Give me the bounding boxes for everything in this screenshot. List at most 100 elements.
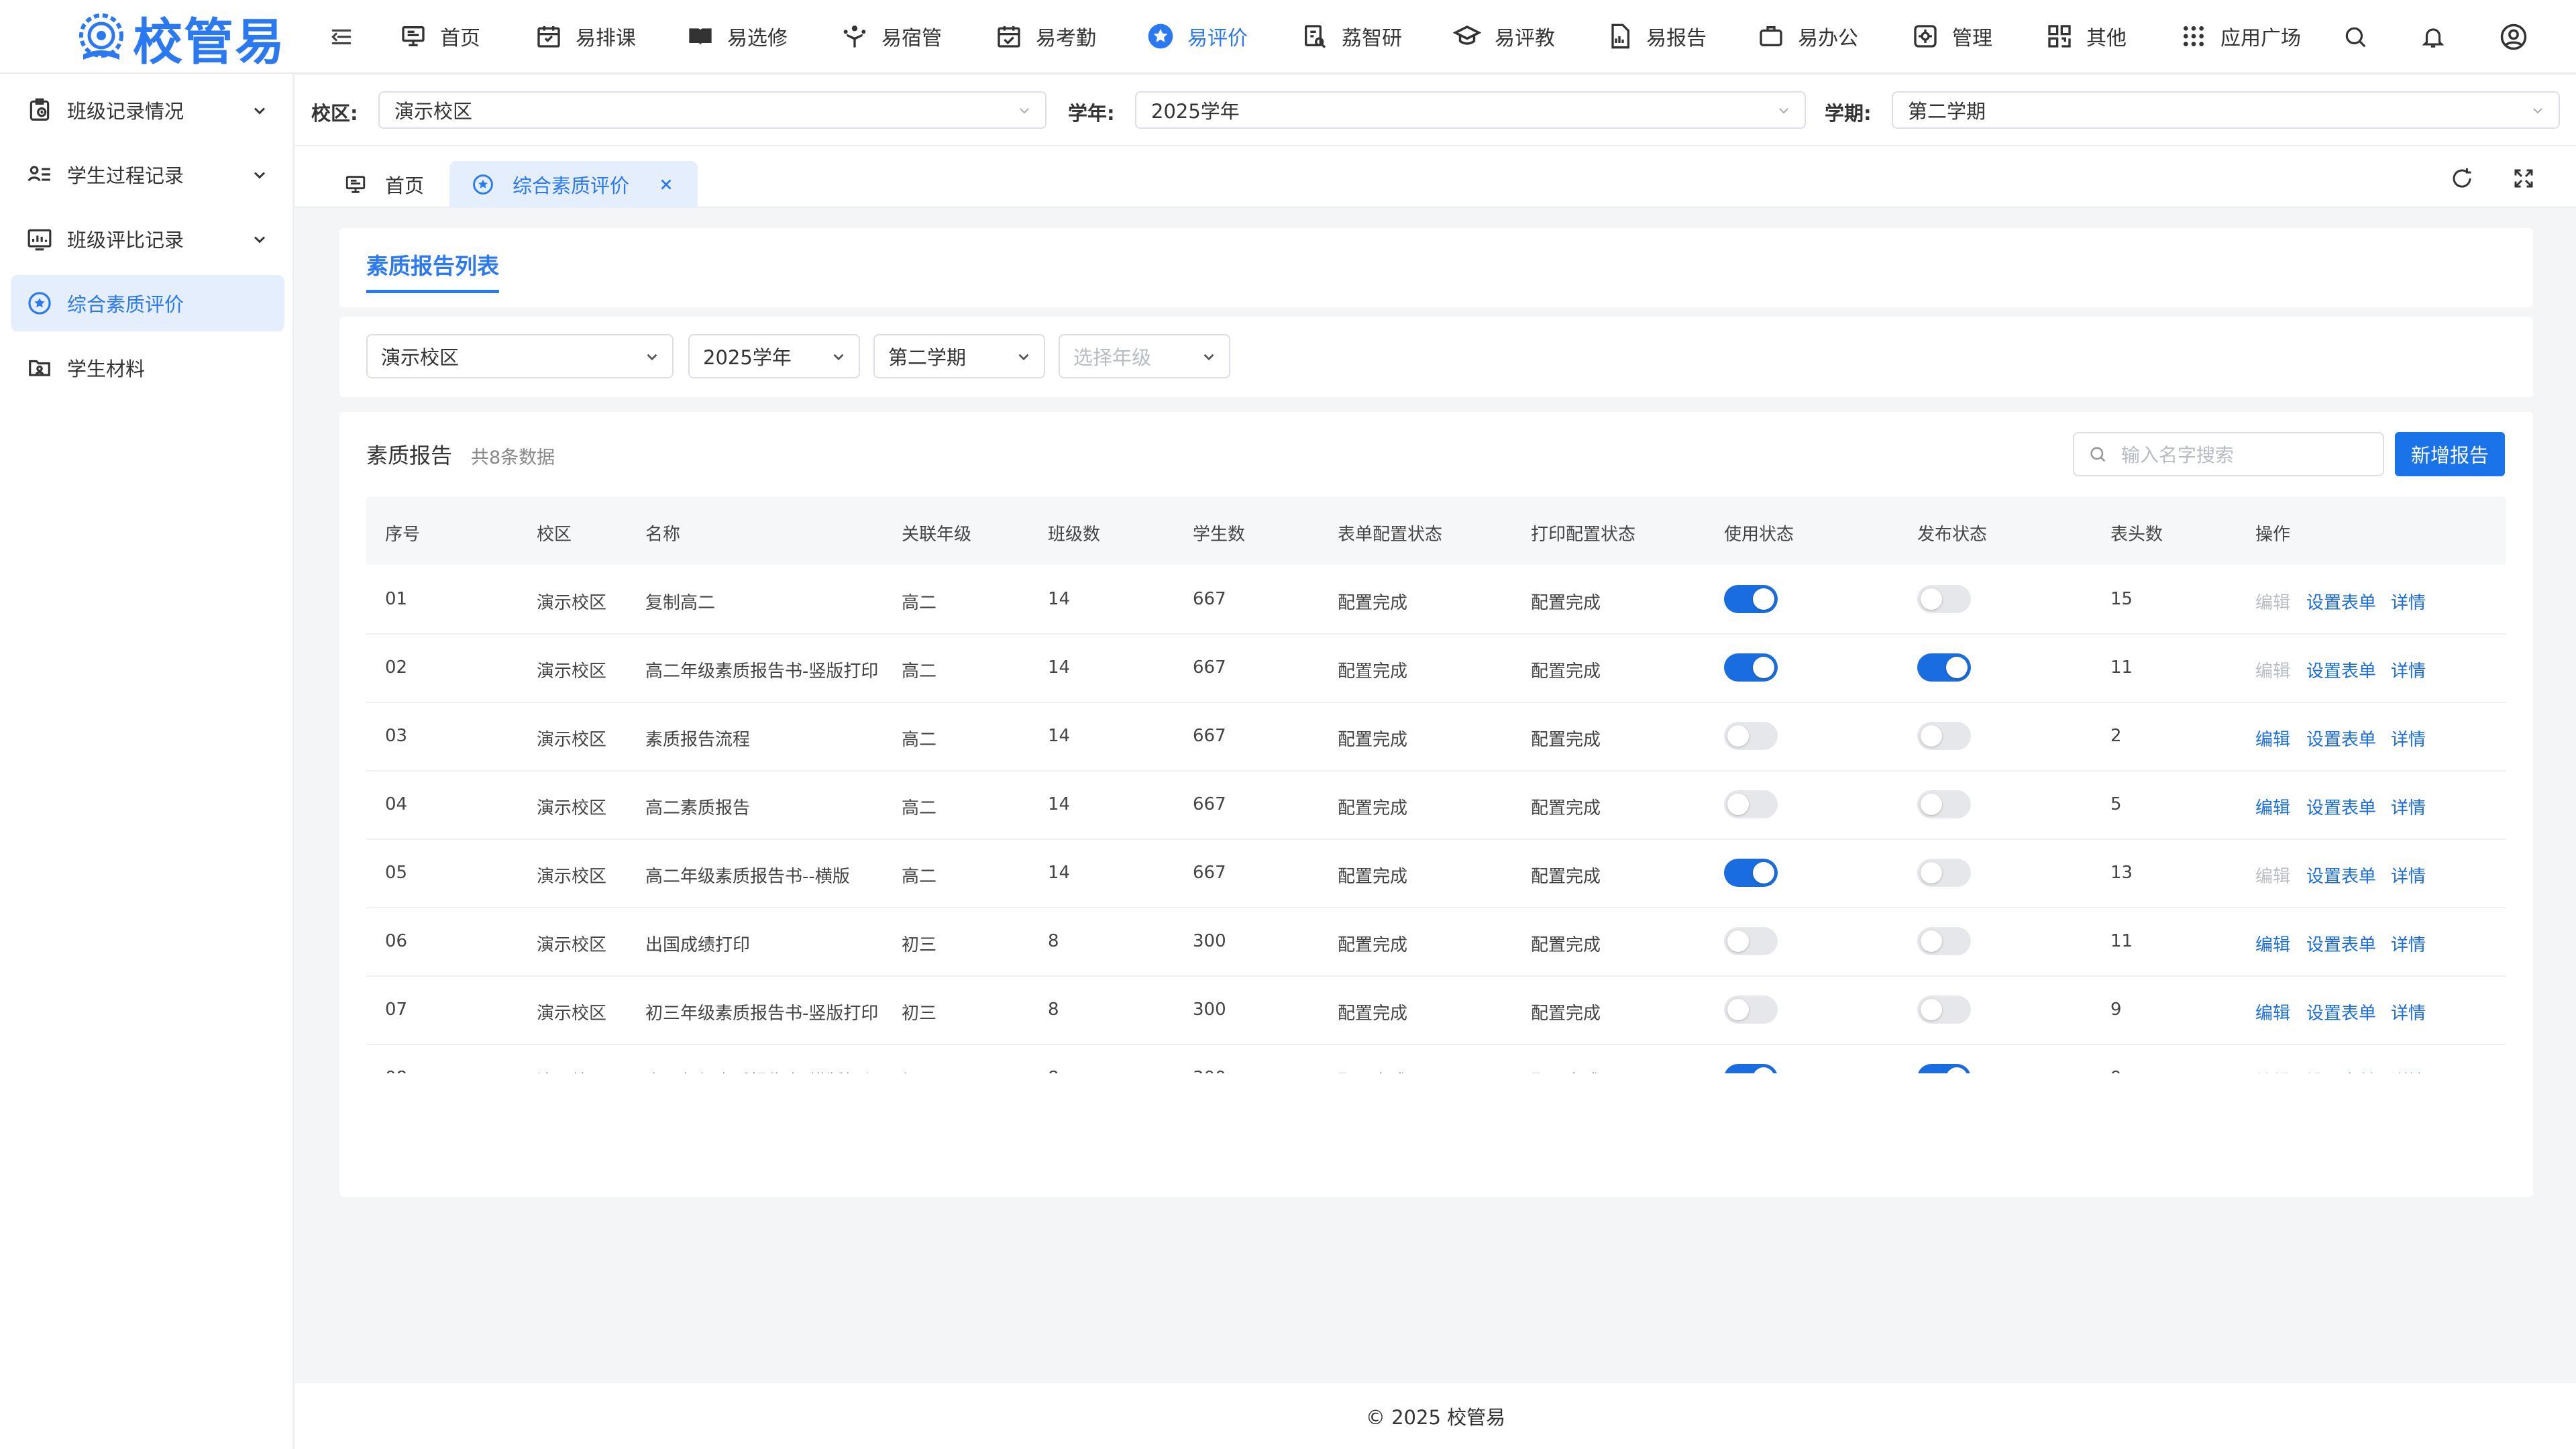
usage-status-toggle[interactable] bbox=[1724, 996, 1778, 1024]
edit-link[interactable]: 编辑 bbox=[2255, 1000, 2290, 1024]
nav-item-reports[interactable]: 易报告 bbox=[1606, 0, 1707, 72]
usage-status-toggle[interactable] bbox=[1724, 790, 1778, 818]
fullscreen-icon[interactable] bbox=[2510, 165, 2537, 192]
row-seq: 07 bbox=[385, 1000, 408, 1020]
user-list-icon bbox=[25, 160, 54, 189]
star-circle-icon bbox=[25, 289, 54, 317]
table-row: 02 演示校区 高二年级素质报告书-竖版打印 高二 14 667 配置完成 配置完成 11 编辑设… bbox=[366, 633, 2506, 703]
report-campus-select[interactable]: 演示校区 bbox=[366, 334, 674, 378]
campus-select[interactable]: 演示校区 bbox=[378, 91, 1046, 129]
publish-status-toggle[interactable] bbox=[1917, 790, 1971, 818]
usage-status-toggle[interactable] bbox=[1724, 859, 1778, 887]
column-header: 名称 bbox=[645, 525, 681, 545]
page-title[interactable]: 素质报告列表 bbox=[366, 248, 499, 293]
publish-status-toggle[interactable] bbox=[1917, 1064, 1971, 1073]
row-grade: 高二 bbox=[902, 593, 937, 613]
detail-link[interactable]: 详情 bbox=[2391, 1000, 2426, 1024]
detail-link[interactable]: 详情 bbox=[2391, 863, 2426, 888]
nav-item-teaching-evaluation[interactable]: 易评教 bbox=[1453, 0, 1555, 72]
year-select[interactable]: 2025学年 bbox=[1135, 91, 1806, 129]
nav-item-app-store[interactable]: 应用广场 bbox=[2180, 0, 2301, 72]
name-search-input[interactable]: 输入名字搜索 bbox=[2073, 432, 2384, 476]
setup-form-link[interactable]: 设置表单 bbox=[2306, 657, 2376, 682]
nav-item-management[interactable]: 管理 bbox=[1912, 0, 1992, 72]
nav-item-attendance[interactable]: 易考勤 bbox=[996, 0, 1096, 72]
detail-link[interactable]: 详情 bbox=[2391, 726, 2426, 751]
report-term-select[interactable]: 第二学期 bbox=[873, 334, 1045, 378]
setup-form-link[interactable]: 设置表单 bbox=[2306, 589, 2376, 614]
chevron-down-icon bbox=[2529, 102, 2546, 119]
table-record-count: 共8条数据 bbox=[471, 447, 555, 468]
setup-form-link[interactable]: 设置表单 bbox=[2306, 726, 2376, 751]
publish-status-toggle[interactable] bbox=[1917, 653, 1971, 682]
nav-item-research[interactable]: 荔智研 bbox=[1301, 0, 1402, 72]
nav-item-label: 首页 bbox=[440, 27, 480, 50]
nav-item-scheduling[interactable]: 易排课 bbox=[535, 0, 636, 72]
publish-status-toggle[interactable] bbox=[1917, 722, 1971, 750]
briefcase-icon bbox=[1758, 23, 1784, 50]
publish-status-toggle[interactable] bbox=[1917, 996, 1971, 1024]
sidebar-item-student-process[interactable]: 学生过程记录 bbox=[11, 146, 284, 203]
setup-form-link[interactable]: 设置表单 bbox=[2306, 1000, 2376, 1024]
report-filter-card: 演示校区 2025学年 第二学期 选择年级 bbox=[339, 317, 2533, 397]
bell-icon[interactable] bbox=[2419, 23, 2447, 51]
nav-item-label: 荔智研 bbox=[1342, 27, 1402, 50]
nav-item-electives[interactable]: 易选修 bbox=[687, 0, 788, 72]
usage-status-toggle[interactable] bbox=[1724, 653, 1778, 682]
detail-link[interactable]: 详情 bbox=[2391, 657, 2426, 682]
detail-link[interactable]: 详情 bbox=[2391, 794, 2426, 819]
publish-status-toggle[interactable] bbox=[1917, 585, 1971, 613]
setup-form-link[interactable]: 设置表单 bbox=[2306, 1068, 2376, 1073]
edit-link[interactable]: 编辑 bbox=[2255, 794, 2290, 819]
row-class-count: 14 bbox=[1048, 589, 1071, 609]
sidebar-item-class-records[interactable]: 班级记录情况 bbox=[11, 82, 284, 138]
nav-item-office[interactable]: 易办公 bbox=[1758, 0, 1858, 72]
column-header: 表单配置状态 bbox=[1338, 525, 1443, 545]
sidebar-item-student-materials[interactable]: 学生材料 bbox=[11, 339, 284, 396]
edit-link[interactable]: 编辑 bbox=[2255, 931, 2290, 956]
nav-item-other[interactable]: 其他 bbox=[2046, 0, 2127, 72]
sidebar-item-class-comparison[interactable]: 班级评比记录 bbox=[11, 211, 284, 267]
row-campus: 演示校区 bbox=[537, 661, 607, 682]
row-class-count: 8 bbox=[1048, 1000, 1059, 1020]
edit-link[interactable]: 编辑 bbox=[2255, 863, 2290, 888]
detail-link[interactable]: 详情 bbox=[2391, 589, 2426, 614]
tab-comprehensive-evaluation[interactable]: 综合素质评价 bbox=[449, 161, 698, 208]
usage-status-toggle[interactable] bbox=[1724, 585, 1778, 613]
detail-link[interactable]: 详情 bbox=[2391, 931, 2426, 956]
nav-item-evaluation[interactable]: 易评价 bbox=[1147, 0, 1248, 72]
nav-item-dorm[interactable]: 易宿管 bbox=[841, 0, 942, 72]
setup-form-link[interactable]: 设置表单 bbox=[2306, 863, 2376, 888]
edit-link[interactable]: 编辑 bbox=[2255, 589, 2290, 614]
table-row: 03 演示校区 素质报告流程 高二 14 667 配置完成 配置完成 2 编辑 设置表单 详情 bbox=[366, 702, 2506, 771]
edit-link[interactable]: 编辑 bbox=[2255, 1068, 2290, 1073]
nav-item-home[interactable]: 首页 bbox=[400, 0, 480, 72]
brand-logo[interactable]: 校管易 bbox=[74, 5, 286, 71]
row-grade: 高二 bbox=[902, 867, 937, 887]
usage-status-toggle[interactable] bbox=[1724, 1064, 1778, 1073]
search-icon[interactable] bbox=[2341, 23, 2369, 51]
star-icon bbox=[1147, 23, 1174, 50]
add-report-button[interactable]: 新增报告 bbox=[2395, 432, 2505, 476]
term-select[interactable]: 第二学期 bbox=[1892, 91, 2560, 129]
chevron-down-icon bbox=[1014, 347, 1033, 366]
publish-status-toggle[interactable] bbox=[1917, 859, 1971, 887]
report-year-select[interactable]: 2025学年 bbox=[688, 334, 860, 378]
usage-status-toggle[interactable] bbox=[1724, 722, 1778, 750]
menu-collapse-icon[interactable] bbox=[329, 24, 354, 50]
refresh-icon[interactable] bbox=[2449, 165, 2475, 192]
usage-status-toggle[interactable] bbox=[1724, 927, 1778, 955]
apps-icon bbox=[2180, 23, 2207, 50]
row-header-count: 9 bbox=[2110, 1000, 2122, 1020]
close-icon[interactable] bbox=[656, 174, 676, 195]
setup-form-link[interactable]: 设置表单 bbox=[2306, 794, 2376, 819]
sidebar-item-comprehensive-evaluation[interactable]: 综合素质评价 bbox=[11, 275, 284, 331]
grade-select[interactable]: 选择年级 bbox=[1059, 334, 1230, 378]
setup-form-link[interactable]: 设置表单 bbox=[2306, 931, 2376, 956]
user-avatar-icon[interactable] bbox=[2500, 23, 2528, 51]
detail-link[interactable]: 详情 bbox=[2391, 1068, 2426, 1073]
tab-home[interactable]: 首页 bbox=[322, 161, 445, 208]
edit-link[interactable]: 编辑 bbox=[2255, 657, 2290, 682]
publish-status-toggle[interactable] bbox=[1917, 927, 1971, 955]
edit-link[interactable]: 编辑 bbox=[2255, 726, 2290, 751]
